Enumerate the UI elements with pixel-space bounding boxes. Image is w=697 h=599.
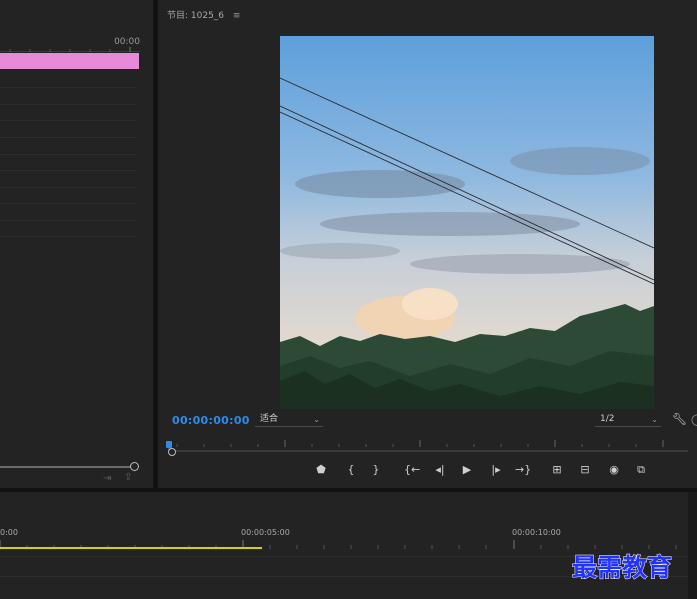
camera-icon: ◉	[609, 463, 619, 476]
resolution-select-value: 1/2	[600, 414, 615, 424]
timeline-label-10s: 00:00:10:00	[512, 528, 561, 537]
playhead[interactable]	[166, 436, 172, 451]
mark-out-icon: }	[372, 463, 380, 476]
timeline-label-5s: 00:00:05:00	[241, 528, 290, 537]
step-forward-icon: |▸	[491, 463, 501, 476]
go-to-in-icon: {←	[404, 463, 421, 476]
insert-icon[interactable]: ⇥	[103, 473, 111, 484]
source-ruler[interactable]	[0, 47, 140, 52]
export-icon[interactable]: ⇪	[124, 472, 132, 483]
monitor-title-text: 节目: 1025_6	[167, 11, 225, 21]
hamburger-icon[interactable]: ≡	[233, 11, 241, 21]
monitor-title[interactable]: 节目: 1025_6 ≡	[167, 8, 240, 21]
video-preview[interactable]	[280, 36, 654, 409]
go-to-out-button[interactable]: →}	[515, 462, 531, 478]
compare-icon: ⧉	[637, 463, 645, 476]
fit-select[interactable]: 适合 ⌄	[255, 412, 323, 427]
work-area-bar[interactable]	[0, 547, 262, 549]
marker-icon: ⬟	[316, 463, 326, 476]
watermark-text: 最需教育	[571, 553, 673, 583]
zoom-slider-handle[interactable]	[130, 462, 139, 471]
timeline-scrollbar[interactable]	[688, 492, 697, 599]
play-button[interactable]: ▶	[459, 462, 475, 478]
source-panel	[0, 0, 153, 488]
source-timecode: 00:00	[114, 37, 140, 47]
mark-in-icon: {	[347, 463, 355, 476]
timeline-label-start: 0:00	[0, 528, 18, 537]
mark-out-button[interactable]: }	[368, 462, 384, 478]
step-back-icon: ◂|	[435, 463, 445, 476]
resolution-select[interactable]: 1/2 ⌄	[595, 412, 661, 427]
chevron-down-icon: ⌄	[651, 415, 658, 424]
go-to-in-button[interactable]: {←	[404, 462, 420, 478]
play-icon: ▶	[462, 463, 472, 476]
fit-select-value: 适合	[260, 414, 279, 424]
wrench-icon[interactable]: 🔧︎	[672, 412, 687, 426]
monitor-time-ruler[interactable]	[167, 432, 667, 450]
lift-icon: ⊞	[552, 463, 562, 476]
monitor-zoom-handle[interactable]	[168, 448, 176, 456]
monitor-scrub-bar[interactable]	[168, 450, 688, 452]
step-back-button[interactable]: ◂|	[432, 462, 448, 478]
extract-icon: ⊟	[580, 463, 590, 476]
step-forward-button[interactable]: |▸	[488, 462, 504, 478]
audio-clip-bar[interactable]	[0, 53, 139, 69]
extract-button[interactable]: ⊟	[577, 462, 593, 478]
add-marker-button[interactable]: ⬟	[313, 462, 329, 478]
overflow-icon[interactable]: ◯	[691, 413, 697, 426]
current-timecode[interactable]: 00:00:00:00	[172, 414, 250, 427]
comparison-view-button[interactable]: ⧉	[633, 462, 649, 478]
chevron-down-icon: ⌄	[313, 415, 320, 424]
go-to-out-icon: →}	[515, 463, 532, 476]
export-frame-button[interactable]: ◉	[606, 462, 622, 478]
zoom-slider-track[interactable]	[0, 466, 132, 468]
lift-button[interactable]: ⊞	[549, 462, 565, 478]
mark-in-button[interactable]: {	[343, 462, 359, 478]
